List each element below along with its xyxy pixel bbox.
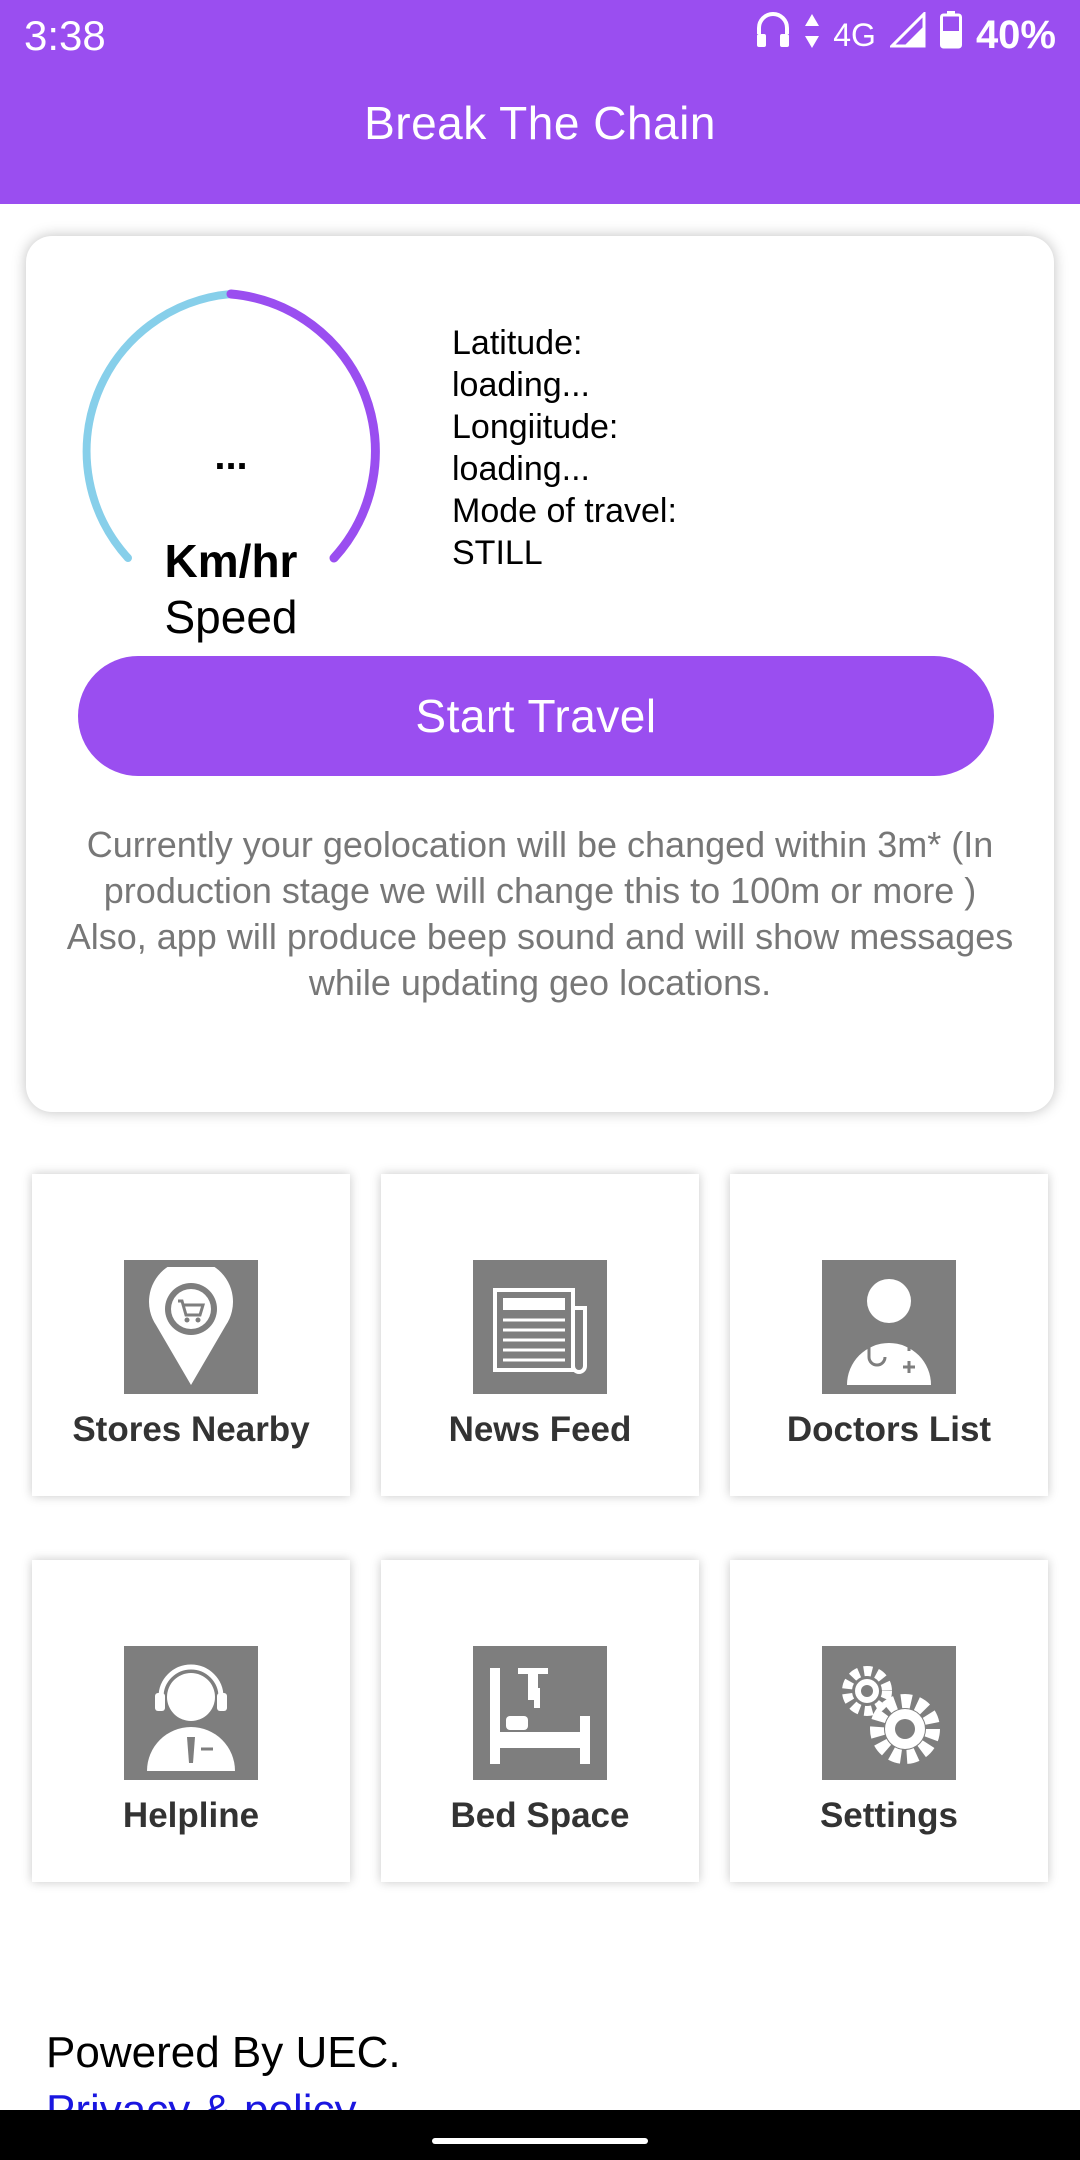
geolocation-info-text: Currently your geolocation will be chang… — [66, 824, 1014, 1003]
speed-gauge: ... Km/hr Speed — [66, 286, 396, 643]
longitude-value: loading... — [452, 450, 590, 488]
start-travel-button[interactable]: Start Travel — [78, 656, 994, 776]
tile-helpline[interactable]: Helpline — [32, 1560, 350, 1882]
tile-label: Helpline — [122, 1796, 260, 1835]
battery-icon — [939, 11, 962, 59]
headset-agent-icon — [124, 1646, 258, 1780]
battery-percent: 40% — [975, 12, 1056, 57]
store-location-icon — [124, 1260, 258, 1394]
tile-doctors-list[interactable]: Doctors List — [730, 1174, 1048, 1496]
system-nav-bar — [0, 2110, 1080, 2160]
newspaper-icon — [473, 1260, 607, 1394]
page-title: Break The Chain — [364, 97, 716, 149]
status-time: 3:38 — [24, 12, 106, 59]
home-gesture-handle[interactable] — [432, 2138, 648, 2144]
tile-label: Doctors List — [786, 1410, 992, 1449]
status-icons: 4G 40% — [755, 10, 1056, 60]
longitude-label: Longiitude: — [452, 408, 619, 446]
latitude-label: Latitude: — [452, 324, 583, 362]
tile-label: News Feed — [448, 1410, 632, 1449]
tile-label: Settings — [819, 1796, 959, 1835]
gears-icon — [822, 1646, 956, 1780]
tile-label: Stores Nearby — [72, 1410, 310, 1449]
tile-stores-nearby[interactable]: Stores Nearby — [32, 1174, 350, 1496]
tile-label: Bed Space — [450, 1796, 630, 1835]
mode-label: Mode of travel: — [452, 492, 677, 530]
headphones-icon — [755, 10, 791, 60]
mode-value: STILL — [452, 534, 543, 572]
tile-news-feed[interactable]: News Feed — [381, 1174, 699, 1496]
speed-value: ... — [214, 434, 248, 478]
tile-settings[interactable]: Settings — [730, 1560, 1048, 1882]
tile-bed-space[interactable]: Bed Space — [381, 1560, 699, 1882]
speed-unit: Km/hr — [164, 535, 298, 587]
data-arrows-icon — [805, 13, 820, 58]
network-type: 4G — [833, 16, 876, 53]
location-info: Latitude: loading... Longiitude: loading… — [452, 322, 677, 574]
powered-by-text: Powered By UEC. — [46, 2028, 401, 2077]
app-header: 3:38 4G 40% Break The Chain — [0, 0, 1080, 204]
doctor-icon — [822, 1260, 956, 1394]
speed-card: ... Km/hr Speed Latitude: loading... Lon… — [26, 236, 1054, 1112]
latitude-value: loading... — [452, 366, 590, 404]
speed-label: Speed — [164, 591, 298, 643]
hospital-bed-icon — [473, 1646, 607, 1780]
signal-icon — [888, 10, 926, 58]
